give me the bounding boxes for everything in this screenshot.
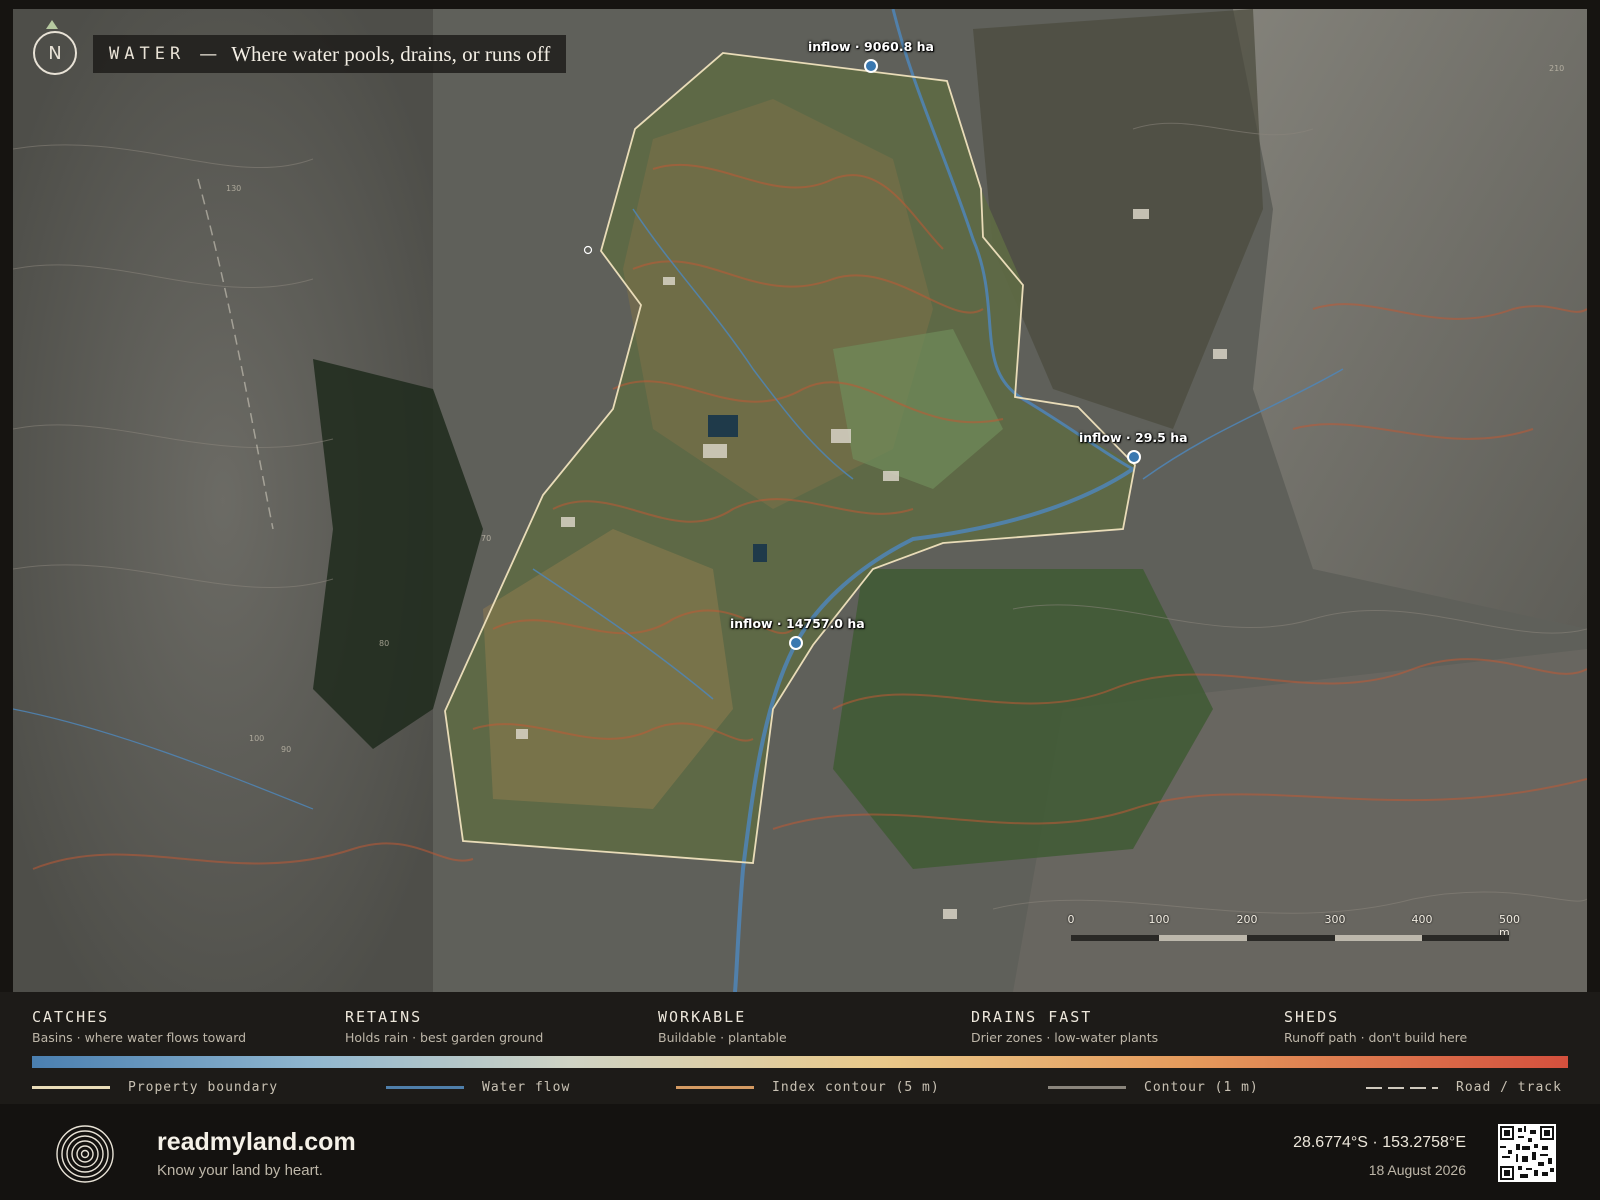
key-swatch bbox=[1048, 1086, 1126, 1089]
scale-segment bbox=[1335, 935, 1422, 941]
contour-label: 210 bbox=[1549, 64, 1564, 73]
fingerprint-logo-icon bbox=[56, 1125, 114, 1183]
scale-tick: 400 bbox=[1411, 913, 1433, 926]
key-label: Water flow bbox=[482, 1080, 571, 1095]
north-arrow-icon bbox=[46, 20, 58, 29]
scale-tick: 100 bbox=[1148, 913, 1170, 926]
scale-segment bbox=[1422, 935, 1509, 941]
category-name: SHEDS bbox=[1284, 1008, 1340, 1026]
scale-tick: 300 bbox=[1324, 913, 1346, 926]
north-compass-icon: N bbox=[33, 31, 77, 75]
scale-tick: 0 bbox=[1067, 913, 1075, 926]
scale-segment bbox=[1159, 935, 1247, 941]
legend-category-sheds: SHEDS Runoff path · don't build here bbox=[1284, 1008, 1467, 1045]
contour-label: 80 bbox=[379, 639, 389, 648]
terrain-map[interactable]: 130 70 80 100 90 210 bbox=[13, 9, 1587, 992]
legend-category-catches: CATCHES Basins · where water flows towar… bbox=[32, 1008, 246, 1045]
qr-code-icon[interactable] bbox=[1498, 1124, 1556, 1182]
key-label: Road / track bbox=[1456, 1080, 1562, 1095]
legend-category-retains: RETAINS Holds rain · best garden ground bbox=[345, 1008, 543, 1045]
title-kicker: WATER bbox=[109, 44, 186, 64]
key-water-flow: Water flow bbox=[386, 1080, 570, 1095]
scale-bar: 0 100 200 300 400 500 m bbox=[1065, 913, 1535, 953]
key-property-boundary: Property boundary bbox=[32, 1080, 278, 1095]
footer: readmyland.com Know your land by heart. … bbox=[0, 1104, 1600, 1200]
category-name: DRAINS FAST bbox=[971, 1008, 1093, 1026]
brand-tagline: Know your land by heart. bbox=[157, 1162, 323, 1179]
north-label: N bbox=[48, 42, 62, 64]
suitability-gradient-bar bbox=[32, 1056, 1568, 1068]
key-label: Contour (1 m) bbox=[1144, 1080, 1259, 1095]
key-label: Index contour (5 m) bbox=[772, 1080, 940, 1095]
contour-label: 70 bbox=[481, 534, 491, 543]
inflow-label: inflow · 29.5 ha bbox=[1079, 430, 1188, 445]
category-name: CATCHES bbox=[32, 1008, 110, 1026]
category-name: RETAINS bbox=[345, 1008, 423, 1026]
inflow-label: inflow · 14757.0 ha bbox=[730, 616, 865, 631]
legend-category-drains-fast: DRAINS FAST Drier zones · low-water plan… bbox=[971, 1008, 1158, 1045]
legend: CATCHES Basins · where water flows towar… bbox=[0, 992, 1600, 1104]
key-contour: Contour (1 m) bbox=[1048, 1080, 1259, 1095]
key-swatch-dashed bbox=[1366, 1086, 1438, 1089]
inflow-point[interactable] bbox=[1127, 450, 1141, 464]
scale-tick: 200 bbox=[1236, 913, 1258, 926]
contour-label: 90 bbox=[281, 745, 291, 754]
scale-segment bbox=[1071, 935, 1159, 941]
contour-label: 100 bbox=[249, 734, 264, 743]
pond bbox=[708, 415, 738, 437]
category-desc: Drier zones · low-water plants bbox=[971, 1030, 1159, 1045]
coordinates: 28.6774°S · 153.2758°E bbox=[1293, 1134, 1466, 1151]
scale-segment bbox=[1247, 935, 1335, 941]
legend-category-workable: WORKABLE Buildable · plantable bbox=[658, 1008, 787, 1045]
key-swatch bbox=[32, 1086, 110, 1089]
key-swatch bbox=[386, 1086, 464, 1089]
title-subtitle: Where water pools, drains, or runs off bbox=[231, 41, 551, 66]
key-index-contour: Index contour (5 m) bbox=[676, 1080, 940, 1095]
brand-name[interactable]: readmyland.com bbox=[157, 1128, 356, 1157]
key-label: Property boundary bbox=[128, 1080, 279, 1095]
category-desc: Basins · where water flows toward bbox=[32, 1030, 247, 1045]
map-frame[interactable]: 130 70 80 100 90 210 N WATER — Where wat… bbox=[13, 9, 1587, 992]
map-title: WATER — Where water pools, drains, or ru… bbox=[93, 35, 567, 73]
map-date: 18 August 2026 bbox=[1368, 1162, 1466, 1178]
category-desc: Buildable · plantable bbox=[658, 1030, 787, 1045]
contour-label: 130 bbox=[226, 184, 241, 193]
inflow-label: inflow · 9060.8 ha bbox=[808, 39, 934, 54]
category-desc: Runoff path · don't build here bbox=[1284, 1030, 1468, 1045]
inflow-point[interactable] bbox=[864, 59, 878, 73]
pond bbox=[753, 544, 767, 562]
category-name: WORKABLE bbox=[658, 1008, 747, 1026]
key-swatch bbox=[676, 1086, 754, 1089]
title-dash: — bbox=[199, 43, 218, 65]
key-road-track: Road / track bbox=[1366, 1080, 1562, 1095]
category-desc: Holds rain · best garden ground bbox=[345, 1030, 544, 1045]
inflow-point[interactable] bbox=[789, 636, 803, 650]
